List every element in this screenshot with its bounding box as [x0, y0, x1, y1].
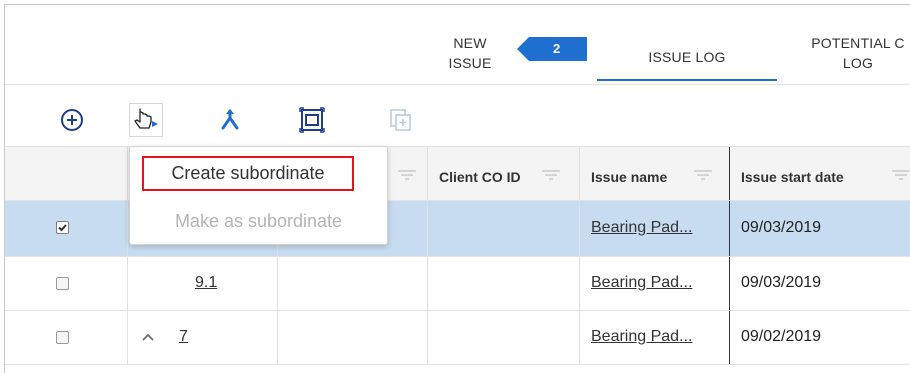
- branch-icon: [221, 109, 239, 130]
- issue-name-link[interactable]: Bearing Pad...: [591, 219, 692, 237]
- filter-icon[interactable]: [397, 169, 417, 181]
- create-subordinate-option[interactable]: Create subordinate: [142, 156, 354, 191]
- frame-button[interactable]: [295, 103, 329, 137]
- issue-name-link[interactable]: Bearing Pad...: [591, 274, 692, 292]
- row-checkbox[interactable]: [56, 277, 69, 290]
- issue-start-date: 09/02/2019: [741, 328, 822, 345]
- column-divider: [127, 257, 128, 310]
- column-divider: [127, 147, 128, 200]
- column-divider: [579, 311, 580, 364]
- column-divider: [579, 257, 580, 310]
- filter-icon[interactable]: [891, 169, 910, 181]
- column-divider: [127, 311, 128, 364]
- chevron-up-icon[interactable]: [141, 332, 155, 342]
- checkmark-icon: [58, 224, 67, 232]
- column-divider: [579, 201, 580, 256]
- tab-new-issue-line2: ISSUE: [448, 55, 492, 71]
- header-issue-start-date[interactable]: Issue start date: [741, 169, 844, 185]
- column-divider: [427, 201, 428, 256]
- frame-icon: [299, 107, 325, 133]
- add-button[interactable]: [55, 103, 89, 137]
- copy-button[interactable]: [383, 103, 417, 137]
- header-issue-name[interactable]: Issue name: [591, 169, 667, 185]
- issue-id-link[interactable]: 9.1: [195, 274, 217, 292]
- new-issue-count-badge: 2: [517, 37, 587, 61]
- tab-potential-line2: LOG: [842, 55, 874, 71]
- copy-icon: [390, 109, 411, 131]
- move-pointer-icon: [134, 108, 158, 129]
- make-as-subordinate-option: Make as subordinate: [174, 211, 343, 231]
- active-tab-indicator: [597, 79, 777, 81]
- table-row[interactable]: 9.1 Bearing Pad... 09/03/2019: [5, 257, 910, 311]
- column-divider: [579, 147, 580, 200]
- issue-name-link[interactable]: Bearing Pad...: [591, 328, 692, 346]
- issue-start-date: 09/03/2019: [741, 274, 822, 291]
- issue-log-panel: NEW ISSUE 2 ISSUE LOG POTENTIAL C LOG Cl…: [4, 4, 910, 373]
- column-divider: [277, 311, 278, 364]
- tab-potential-co-log[interactable]: POTENTIAL C LOG: [783, 33, 910, 73]
- filter-icon[interactable]: [541, 169, 561, 181]
- column-divider-bold: [729, 257, 730, 310]
- tab-potential-line1: POTENTIAL C: [811, 35, 905, 51]
- tab-new-issue-line1: NEW: [453, 35, 487, 51]
- header-client-co-id[interactable]: Client CO ID: [439, 169, 521, 185]
- plus-circle-icon: [61, 109, 83, 131]
- badge-count: 2: [553, 41, 561, 56]
- column-divider-bold: [729, 201, 730, 256]
- subordinate-menu: Create subordinate Make as subordinate: [129, 146, 388, 245]
- branch-button[interactable]: [213, 103, 247, 137]
- column-divider-bold: [729, 311, 730, 364]
- column-divider: [127, 201, 128, 256]
- issue-start-date: 09/03/2019: [741, 219, 822, 236]
- table-row[interactable]: 7 Bearing Pad... 09/02/2019: [5, 311, 910, 365]
- row-checkbox[interactable]: [56, 221, 69, 234]
- column-divider: [277, 257, 278, 310]
- column-divider: [427, 147, 428, 200]
- tab-divider: [5, 84, 910, 85]
- tab-new-issue[interactable]: NEW ISSUE: [435, 33, 505, 73]
- tab-bar: NEW ISSUE 2 ISSUE LOG POTENTIAL C LOG: [5, 5, 910, 85]
- move-subordinate-button[interactable]: [129, 103, 163, 137]
- column-divider: [427, 311, 428, 364]
- tab-issue-log[interactable]: ISSUE LOG: [597, 47, 777, 67]
- row-checkbox[interactable]: [56, 331, 69, 344]
- column-divider-bold: [729, 147, 730, 200]
- issue-id-link[interactable]: 7: [179, 328, 188, 346]
- filter-icon[interactable]: [693, 169, 713, 181]
- column-divider: [427, 257, 428, 310]
